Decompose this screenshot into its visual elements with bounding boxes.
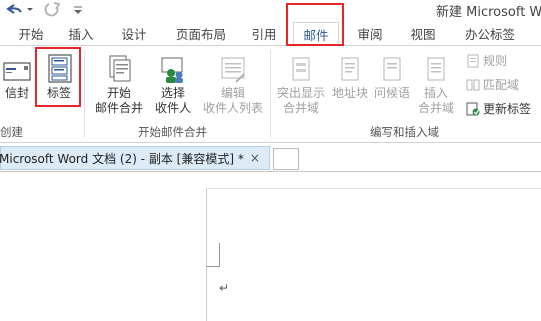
- rules-icon: [467, 54, 479, 67]
- tab-home[interactable]: 开始: [16, 24, 46, 44]
- highlight-box-mailings-tab: [286, 3, 344, 46]
- select-recipients-button[interactable]: 选择 收件人: [148, 54, 198, 116]
- highlight-merge-fields-line2: 合并域: [282, 101, 319, 115]
- undo-icon: [6, 4, 33, 14]
- address-block-label: 地址块: [331, 86, 368, 100]
- group-separator: [270, 50, 271, 138]
- group-label-create: 创建: [0, 125, 23, 139]
- match-fields-icon: [466, 79, 480, 90]
- insert-merge-field-icon: [427, 57, 445, 81]
- customize-qat-button[interactable]: [72, 0, 86, 18]
- rules-label: 规则: [483, 54, 508, 68]
- undo-button[interactable]: [4, 0, 34, 18]
- start-mail-merge-button[interactable]: 开始 邮件合并: [91, 54, 147, 116]
- document-tab-title: Microsoft Word 文档 (2) - 副本 [兼容模式] *: [0, 151, 244, 166]
- start-mail-merge-line2: 邮件合并: [94, 101, 143, 115]
- update-labels-button[interactable]: 更新标签: [466, 100, 531, 117]
- new-tab-button[interactable]: [273, 148, 299, 170]
- recipients-icon: [161, 57, 183, 83]
- match-fields-button[interactable]: 匹配域: [466, 76, 519, 93]
- select-recipients-line1: 选择: [160, 86, 185, 100]
- edit-list-icon: [221, 57, 245, 83]
- chevron-down-icon: [74, 6, 82, 14]
- address-block-button[interactable]: 地址块: [330, 54, 370, 101]
- window-title: 新建 Microsoft Wo: [436, 5, 541, 20]
- envelopes-label: 信封: [4, 86, 29, 100]
- tab-office-tab[interactable]: 办公标签: [460, 24, 520, 44]
- address-block-icon: [341, 57, 359, 81]
- insert-merge-field-line1: 插入: [423, 86, 448, 100]
- redo-button[interactable]: [44, 0, 64, 18]
- group-label-write-insert: 编写和插入域: [370, 125, 439, 139]
- margin-corner-mark: [219, 243, 220, 267]
- greeting-line-icon: [383, 57, 401, 81]
- ribbon-tabs: 开始 插入 设计 页面布局 引用 邮件 审阅 视图 办公标签: [0, 20, 541, 46]
- redo-icon: [44, 2, 61, 17]
- greeting-line-button[interactable]: 问候语: [372, 54, 412, 101]
- start-mail-merge-line1: 开始: [106, 86, 131, 100]
- highlight-box-labels-button: [35, 47, 81, 107]
- tab-references[interactable]: 引用: [249, 24, 279, 44]
- mail-merge-icon: [109, 55, 131, 82]
- paragraph-mark: ↵: [219, 281, 230, 295]
- update-labels-label: 更新标签: [483, 102, 532, 116]
- edit-recipient-list-line2: 收件人列表: [202, 101, 263, 115]
- select-recipients-line2: 收件人: [154, 101, 191, 115]
- tab-design[interactable]: 设计: [119, 24, 149, 44]
- margin-corner-mark: [206, 266, 220, 267]
- close-icon[interactable]: ×: [250, 151, 260, 165]
- document-tab[interactable]: Microsoft Word 文档 (2) - 副本 [兼容模式] * ×: [0, 146, 270, 170]
- edit-recipient-list-button[interactable]: 编辑 收件人列表: [200, 54, 266, 116]
- tab-view[interactable]: 视图: [408, 24, 438, 44]
- highlight-fields-icon: [292, 57, 310, 81]
- page-left-edge: [206, 188, 207, 321]
- title-bar: 新建 Microsoft Wo: [0, 0, 541, 20]
- match-fields-label: 匹配域: [483, 78, 520, 92]
- tab-review[interactable]: 审阅: [355, 24, 385, 44]
- group-separator: [84, 50, 85, 138]
- page-top-edge: [206, 188, 541, 189]
- highlight-merge-fields-button[interactable]: 突出显示 合并域: [274, 54, 328, 116]
- rules-button[interactable]: 规则: [466, 52, 507, 69]
- greeting-line-label: 问候语: [373, 86, 410, 100]
- insert-merge-field-button[interactable]: 插入 合并域: [414, 54, 458, 116]
- tab-page-layout[interactable]: 页面布局: [173, 24, 229, 44]
- update-labels-icon: [466, 102, 480, 115]
- highlight-merge-fields-line1: 突出显示: [276, 86, 325, 100]
- tab-insert[interactable]: 插入: [66, 24, 96, 44]
- edit-recipient-list-line1: 编辑: [220, 86, 245, 100]
- insert-merge-field-line2: 合并域: [417, 101, 454, 115]
- document-tab-bar: Microsoft Word 文档 (2) - 副本 [兼容模式] * ×: [0, 144, 541, 172]
- envelope-icon: [3, 62, 31, 81]
- document-canvas[interactable]: ↵: [0, 173, 541, 321]
- group-label-start-mail-merge: 开始邮件合并: [138, 125, 207, 139]
- envelopes-button[interactable]: 信封: [0, 58, 34, 101]
- ribbon: 信封 标签 创建 开始 邮件合并 选择 收件人 编辑 收件人列表 开始邮件合并 …: [0, 45, 541, 143]
